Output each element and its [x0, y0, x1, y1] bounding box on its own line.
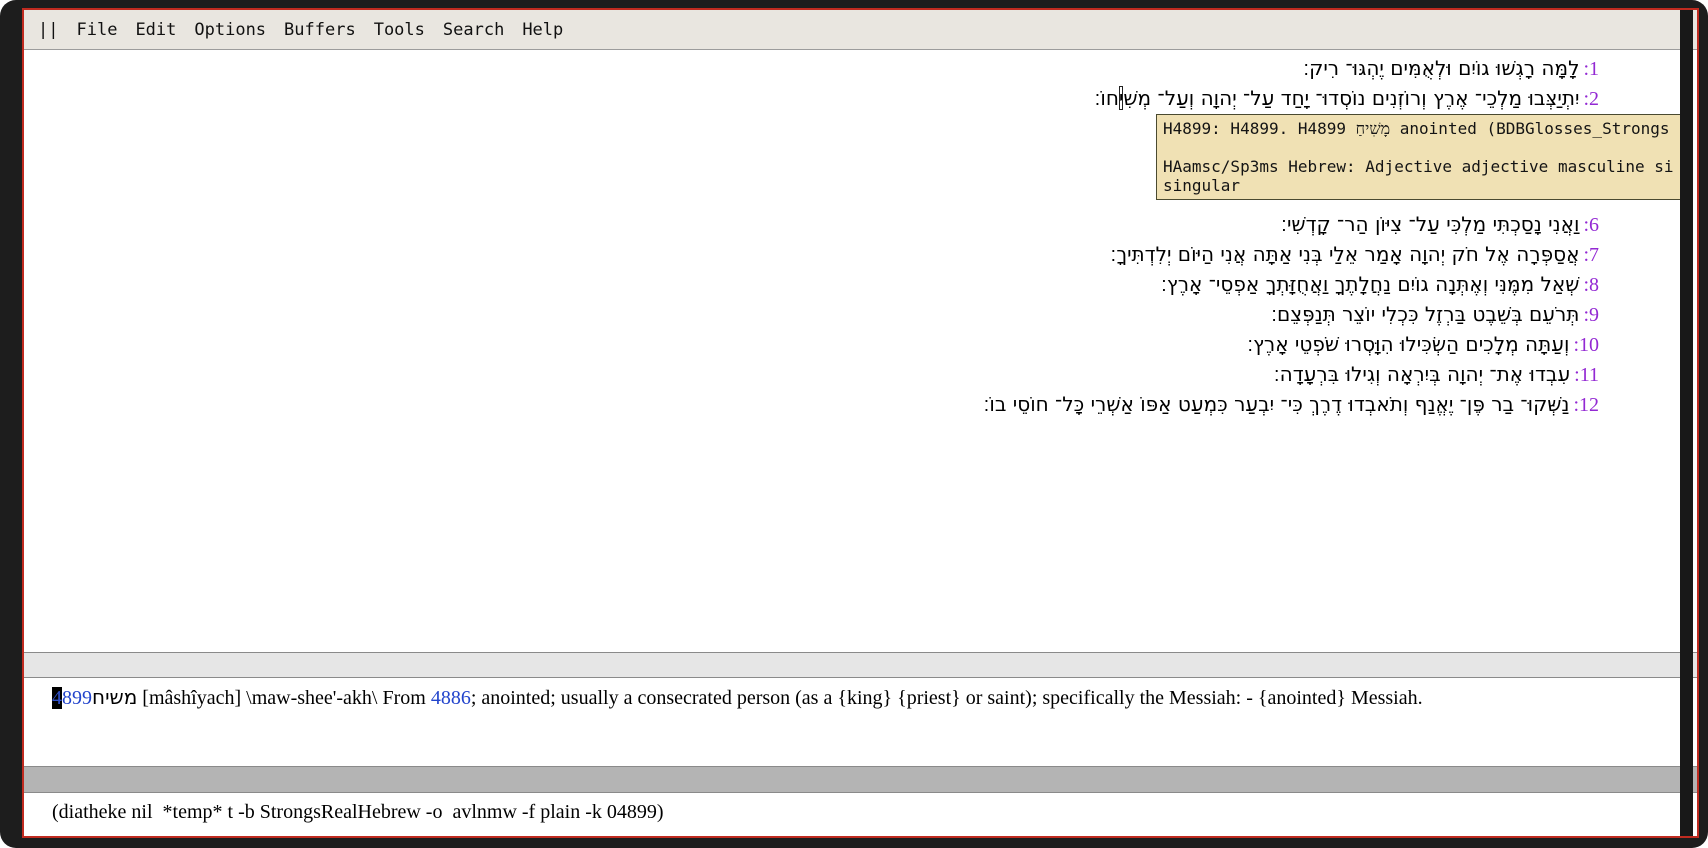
modeline-bible-term[interactable]: U:%*-*bible-term-hebrew-04899*AllL1(Bibl… [24, 766, 1697, 793]
verse-text[interactable]: נַשְּׁקוּ־ בַר פֶּן־ יֶאֱנַף וְתֹאבְדוּ … [983, 392, 1569, 416]
verse-text[interactable]: לָמָּה רָגְשׁוּ גוֹיִם וּלְאֻמִּים יֶהְג… [1303, 56, 1579, 80]
verse-line[interactable]: :6 וַאֲנִי נָסַכְתִּי מַלְכִּי עַל־ צִיּ… [24, 209, 1599, 239]
verse-line[interactable]: :11 עִבְדוּ אֶת־ יְהוָה בְּיִרְאָה וְגִי… [24, 359, 1599, 389]
strongs-cross-reference-link[interactable]: 4886 [431, 687, 471, 709]
menu-item-file[interactable]: File [76, 20, 117, 40]
lexicon-definition-end: ; anointed; usually a consecrated person… [471, 687, 1423, 709]
verse-line[interactable]: :12 נַשְּׁקוּ־ בַר פֶּן־ יֶאֱנַף וְתֹאבְ… [24, 389, 1599, 419]
tooltip-line-blank [1163, 138, 1685, 157]
bible-buffer-window: :1 לָמָּה רָגְשׁוּ גוֹיִם וּלְאֻמִּים יֶ… [24, 51, 1697, 652]
verse-line[interactable]: :2 יִתְיַצְּבוּ מַלְכֵי־ אֶרֶץ וְרוֹזְנִ… [24, 83, 1599, 113]
minibuffer-command-echo: (diatheke nil *temp* t -b StrongsRealHeb… [52, 801, 664, 824]
verse-text[interactable]: יִתְיַצְּבוּ מַלְכֵי־ אֶרֶץ וְרוֹזְנִים … [1094, 86, 1579, 110]
tooltip-line-morph: HAamsc/Sp3ms Hebrew: Adjective adjective… [1163, 157, 1685, 176]
lexicon-entry[interactable]: 4899משיח [mâshîyach] \maw-shee'-akh\ Fro… [52, 684, 1683, 711]
verse-ref: :10 [1573, 334, 1599, 356]
tooltip-line-morph2: singular [1163, 176, 1685, 195]
verse-line[interactable]: :1 לָמָּה רָגְשׁוּ גוֹיִם וּלְאֻמִּים יֶ… [24, 53, 1599, 83]
emacs-frame: || File Edit Options Buffers Tools Searc… [22, 8, 1699, 838]
verse-text[interactable]: אֲסַפְּרָה אֶל חֹק יְהוָה אָמַר אֵלַי בְ… [1110, 242, 1579, 266]
menu-item-buffers[interactable]: Buffers [284, 20, 356, 40]
scrollbar[interactable] [1680, 10, 1693, 836]
menu-item-search[interactable]: Search [443, 20, 504, 40]
menu-item-help[interactable]: Help [522, 20, 563, 40]
modeline-bible[interactable]: U:%*-*bible*AllL2(Bible (Psalms 2) OSHB … [24, 652, 1697, 678]
lexicon-hebrew-word: משיח [92, 685, 137, 709]
tooltip-line-strongs: H4899: H4899. H4899 מָשִׁיחַ anointed (B… [1163, 119, 1685, 138]
verse-line[interactable]: :10 וְעַתָּה מְלָכִים הַשְׂכִּילוּ הִוָּ… [24, 329, 1599, 359]
emacs-frame-screenshot: || File Edit Options Buffers Tools Searc… [0, 0, 1708, 848]
lexicon-definition-middle: [mâshîyach] \maw-shee'-akh\ From [137, 687, 431, 709]
verse-text[interactable]: וַאֲנִי נָסַכְתִּי מַלְכִּי עַל־ צִיּוֹן… [1281, 212, 1579, 236]
menu-item-separator: || [38, 20, 58, 40]
verse-ref: :2 [1583, 88, 1599, 110]
verse-text[interactable]: שְׁאַל מִמֶּנִּי וְאֶתְּנָה גוֹיִם נַחֲל… [1161, 272, 1579, 296]
verse-ref: :1 [1583, 58, 1599, 80]
verse-line[interactable]: :7 אֲסַפְּרָה אֶל חֹק יְהוָה אָמַר אֵלַי… [24, 239, 1599, 269]
minibuffer[interactable]: (diatheke nil *temp* t -b StrongsRealHeb… [24, 793, 1697, 832]
hollow-text-cursor: י [1119, 86, 1123, 110]
menu-item-edit[interactable]: Edit [135, 20, 176, 40]
verse-line[interactable]: :9 תְּרֹעֵם בְּשֵׁבֶט בַּרְזֶל כִּכְלִי … [24, 299, 1599, 329]
verse-ref: :12 [1573, 394, 1599, 416]
text-cursor-block: 4 [52, 687, 62, 709]
verse-ref: :9 [1583, 304, 1599, 326]
menu-item-options[interactable]: Options [194, 20, 266, 40]
lexicon-buffer-window: 4899משיח [mâshîyach] \maw-shee'-akh\ Fro… [24, 678, 1697, 766]
verse-ref: :6 [1583, 214, 1599, 236]
verse-text[interactable]: עִבְדוּ אֶת־ יְהוָה בְּיִרְאָה וְגִילוּ … [1274, 362, 1570, 386]
verse-ref: :11 [1574, 364, 1599, 386]
verse-line[interactable]: :8 שְׁאַל מִמֶּנִּי וְאֶתְּנָה גוֹיִם נַ… [24, 269, 1599, 299]
verse-ref: :7 [1583, 244, 1599, 266]
menu-bar: || File Edit Options Buffers Tools Searc… [24, 10, 1697, 50]
verse-text[interactable]: תְּרֹעֵם בְּשֵׁבֶט בַּרְזֶל כִּכְלִי יוֹ… [1271, 302, 1579, 326]
verse-ref: :8 [1583, 274, 1599, 296]
menu-item-tools[interactable]: Tools [374, 20, 425, 40]
verse-text[interactable]: וְעַתָּה מְלָכִים הַשְׂכִּילוּ הִוָּסְרו… [1247, 332, 1569, 356]
strongs-number: 899 [62, 687, 92, 709]
morphology-tooltip: H4899: H4899. H4899 מָשִׁיחַ anointed (B… [1156, 114, 1691, 200]
